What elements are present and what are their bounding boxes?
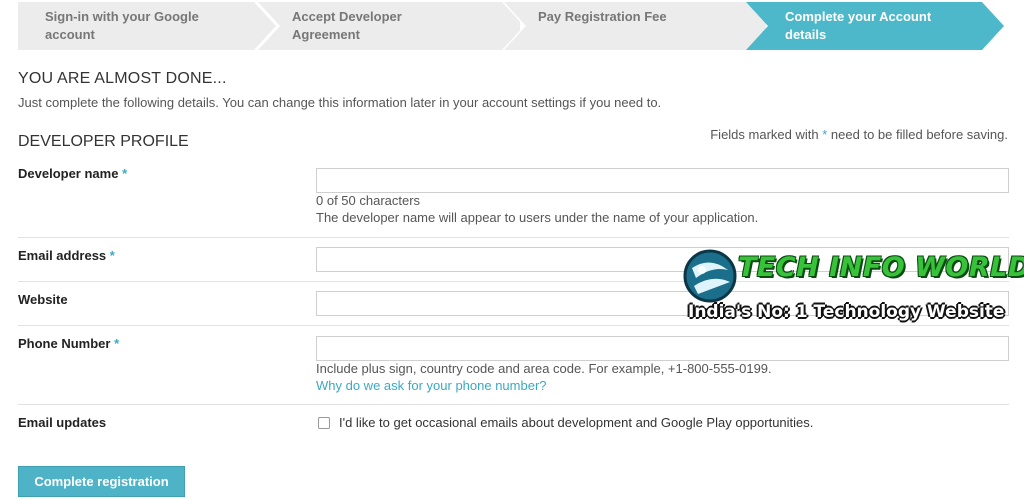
watermark: TECH INFO WORLD India's No: 1 Technology… [682,246,1024,328]
complete-registration-button[interactable]: Complete registration [18,466,185,497]
email-updates-label: Email updates [18,415,107,430]
email-label-text: Email address [18,248,107,263]
email-updates-checkbox[interactable] [318,417,330,429]
section-title: DEVELOPER PROFILE [18,133,189,150]
email-updates-checkbox-label[interactable]: I'd like to get occasional emails about … [339,415,813,430]
phone-label-text: Phone Number [18,336,111,351]
divider [18,237,1009,238]
step-pay-fee-label: Pay Registration Fee [538,9,667,24]
developer-name-label: Developer name * [18,166,127,181]
divider [18,404,1009,405]
phone-hint: Include plus sign, country code and area… [316,361,772,376]
step-accept-agreement-label: Accept Developer Agreement [292,9,402,42]
page-subtitle: Just complete the following details. You… [18,95,662,110]
step-pay-fee: Pay Registration Fee [504,2,766,50]
email-label: Email address * [18,248,115,263]
phone-input[interactable] [316,336,1009,361]
phone-label: Phone Number * [18,336,119,351]
globe-logo-icon [683,249,737,303]
required-star: * [122,166,128,181]
watermark-title: TECH INFO WORLD [738,252,1024,283]
required-star: * [822,127,828,142]
required-star: * [114,336,120,351]
developer-name-input[interactable] [316,168,1009,193]
developer-name-hint: The developer name will appear to users … [316,210,759,225]
website-label: Website [18,292,68,307]
watermark-tagline: India's No: 1 Technology Website [688,302,1005,322]
step-complete-account: Complete your Account details [746,2,1004,50]
step-sign-in-label: Sign-in with your Google account [45,9,199,42]
registration-steps: Sign-in with your Google account Accept … [18,2,1004,50]
step-sign-in: Sign-in with your Google account [18,2,280,50]
required-note-suffix: need to be filled before saving. [830,127,1008,142]
step-accept-agreement: Accept Developer Agreement [258,2,520,50]
phone-why-link[interactable]: Why do we ask for your phone number? [316,378,547,393]
developer-name-label-text: Developer name [18,166,119,181]
step-complete-account-label: Complete your Account details [785,9,932,42]
developer-name-counter: 0 of 50 characters [316,193,421,208]
page-title: YOU ARE ALMOST DONE... [18,70,227,87]
required-star: * [109,248,115,263]
required-note-prefix: Fields marked with [710,127,819,142]
required-fields-note: Fields marked with * need to be filled b… [710,127,1008,142]
